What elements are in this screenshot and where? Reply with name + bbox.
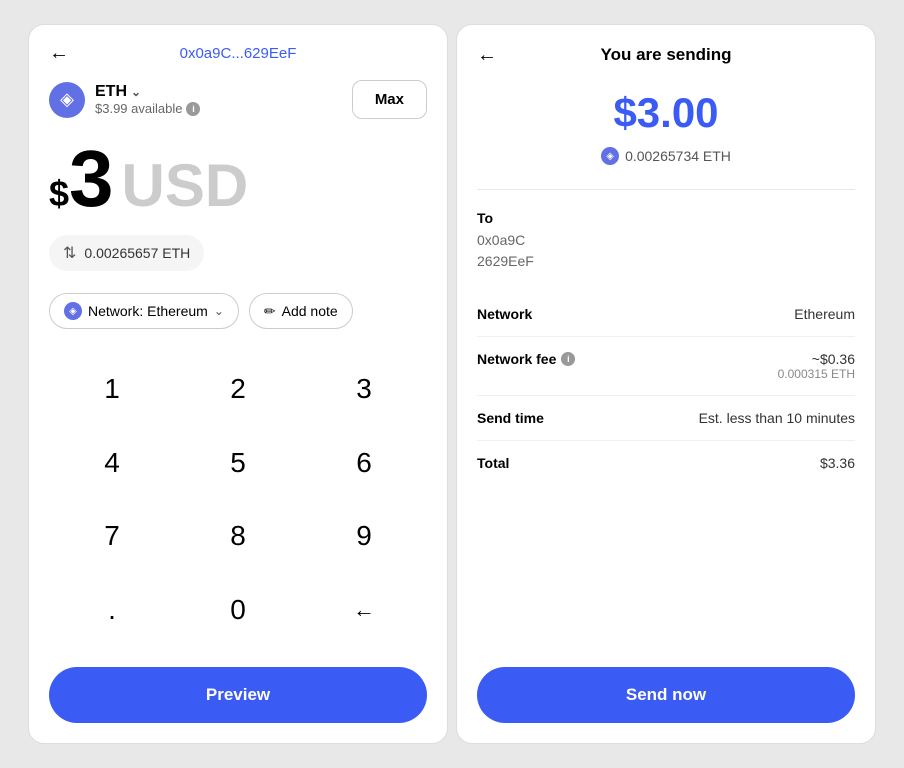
left-header: ← 0x0a9C...629EeF	[49, 45, 427, 62]
action-buttons: ◈ Network: Ethereum ⌄ ✏ Add note	[49, 293, 427, 329]
divider	[477, 189, 855, 190]
right-back-button[interactable]: ←	[477, 44, 497, 67]
dollar-sign: $	[49, 173, 69, 215]
network-button[interactable]: ◈ Network: Ethereum ⌄	[49, 293, 239, 329]
total-value: $3.36	[820, 455, 855, 471]
numpad-8[interactable]: 8	[175, 504, 301, 568]
send-amount-display: $3.00	[477, 89, 855, 137]
token-info: ◈ ETH ⌄ $3.99 available i	[49, 82, 200, 118]
swap-icon: ⇅	[63, 243, 76, 263]
max-button[interactable]: Max	[352, 80, 427, 119]
eth-network-icon: ◈	[64, 302, 82, 320]
total-row: Total $3.36	[477, 441, 855, 485]
right-header: ← You are sending	[477, 45, 855, 65]
network-label: Network: Ethereum	[88, 303, 208, 319]
numpad-backspace[interactable]: ←	[301, 578, 427, 642]
send-eth-amount: 0.00265734 ETH	[625, 148, 731, 164]
total-label: Total	[477, 455, 509, 471]
send-eth-icon: ◈	[601, 147, 619, 165]
currency-label: USD	[122, 156, 249, 216]
amount-number: 3	[69, 139, 114, 219]
token-row: ◈ ETH ⌄ $3.99 available i Max	[49, 80, 427, 119]
eth-icon: ◈	[49, 82, 85, 118]
back-button[interactable]: ←	[49, 42, 69, 65]
numpad-7[interactable]: 7	[49, 504, 175, 568]
preview-button[interactable]: Preview	[49, 667, 427, 723]
eth-equivalent[interactable]: ⇅ 0.00265657 ETH	[49, 235, 204, 271]
numpad-1[interactable]: 1	[49, 357, 175, 421]
fee-label: Network fee i	[477, 351, 575, 367]
amount-display: $ 3 USD	[49, 139, 427, 219]
fee-usd-value: ~$0.36	[778, 351, 855, 367]
token-chevron: ⌄	[131, 85, 141, 99]
to-section: To 0x0a9C 2629EeF	[477, 210, 855, 272]
recipient-address[interactable]: 0x0a9C...629EeF	[180, 45, 297, 62]
send-now-button[interactable]: Send now	[477, 667, 855, 723]
send-usd-amount: $3.00	[477, 89, 855, 137]
network-detail-value: Ethereum	[794, 306, 855, 322]
send-eth-row: ◈ 0.00265734 ETH	[477, 147, 855, 165]
network-detail-label: Network	[477, 306, 532, 322]
page-title: You are sending	[601, 45, 732, 65]
token-available: $3.99 available i	[95, 101, 200, 116]
fee-eth-value: 0.000315 ETH	[778, 367, 855, 381]
fee-values: ~$0.36 0.000315 ETH	[778, 351, 855, 381]
send-time-row: Send time Est. less than 10 minutes	[477, 396, 855, 441]
numpad-9[interactable]: 9	[301, 504, 427, 568]
fee-info-icon[interactable]: i	[561, 352, 575, 366]
network-chevron-icon: ⌄	[214, 304, 224, 318]
send-time-value: Est. less than 10 minutes	[699, 410, 855, 426]
numpad-3[interactable]: 3	[301, 357, 427, 421]
send-screen: ← 0x0a9C...629EeF ◈ ETH ⌄ $3.99 availabl…	[28, 24, 448, 744]
token-text: ETH ⌄ $3.99 available i	[95, 83, 200, 116]
numpad-6[interactable]: 6	[301, 431, 427, 495]
token-name[interactable]: ETH ⌄	[95, 83, 200, 101]
confirm-screen: ← You are sending $3.00 ◈ 0.00265734 ETH…	[456, 24, 876, 744]
fee-row: Network fee i ~$0.36 0.000315 ETH	[477, 337, 855, 396]
numpad-0[interactable]: 0	[175, 578, 301, 642]
numpad-4[interactable]: 4	[49, 431, 175, 495]
numpad-dot[interactable]: .	[49, 578, 175, 642]
send-time-label: Send time	[477, 410, 544, 426]
numpad-2[interactable]: 2	[175, 357, 301, 421]
to-label: To	[477, 210, 855, 226]
add-note-button[interactable]: ✏ Add note	[249, 293, 353, 329]
numpad-5[interactable]: 5	[175, 431, 301, 495]
add-note-label: Add note	[282, 303, 338, 319]
edit-icon: ✏	[264, 303, 276, 320]
numpad: 1 2 3 4 5 6 7 8 9 . 0 ←	[49, 357, 427, 651]
info-icon[interactable]: i	[186, 102, 200, 116]
eth-equiv-text: 0.00265657 ETH	[84, 245, 190, 261]
network-row: Network Ethereum	[477, 292, 855, 337]
to-address: 0x0a9C 2629EeF	[477, 230, 855, 272]
